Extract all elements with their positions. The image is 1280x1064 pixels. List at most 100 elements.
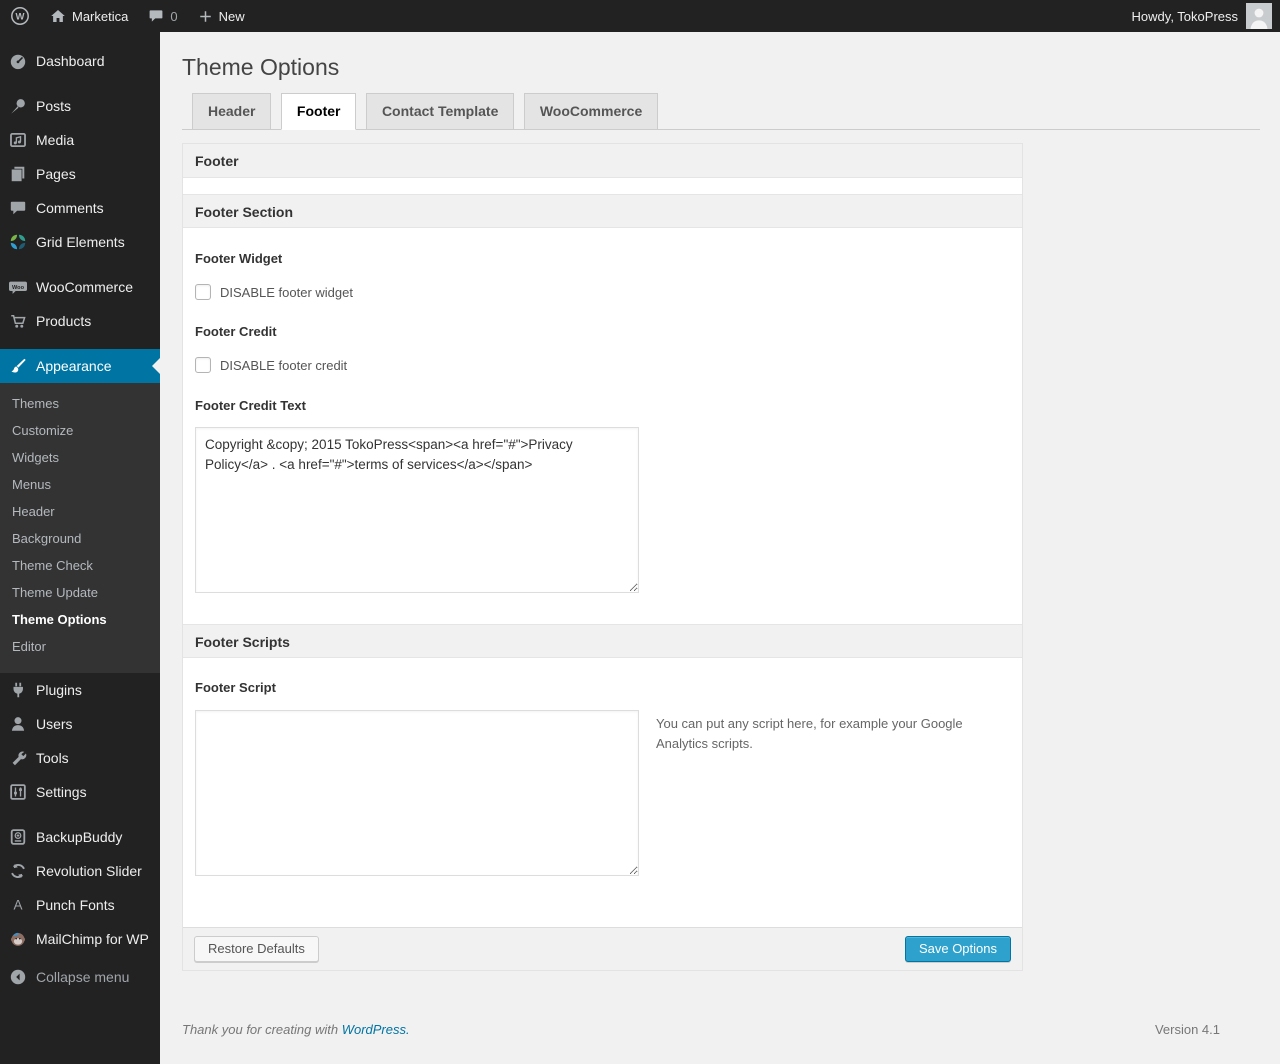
admin-bar: W Marketica 0 New Howdy, TokoPress bbox=[0, 0, 1280, 32]
wrench-icon bbox=[0, 749, 36, 767]
media-icon bbox=[0, 131, 36, 149]
submenu-item-customize[interactable]: Customize bbox=[0, 418, 160, 445]
sidebar-item-dashboard[interactable]: Dashboard bbox=[0, 44, 160, 78]
comment-icon bbox=[0, 199, 36, 217]
disable-footer-credit-label: DISABLE footer credit bbox=[220, 357, 348, 373]
sidebar-item-punch-fonts[interactable]: A Punch Fonts bbox=[0, 888, 160, 922]
section-header-footer-section: Footer Section bbox=[183, 194, 1022, 228]
site-name-menu[interactable]: Marketica bbox=[40, 0, 138, 32]
backup-icon bbox=[0, 828, 36, 846]
tab-woocommerce[interactable]: WooCommerce bbox=[523, 93, 659, 129]
svg-text:Woo: Woo bbox=[12, 285, 25, 291]
footer-credit-text-textarea[interactable]: Copyright &copy; 2015 TokoPress<span><a … bbox=[195, 427, 639, 593]
appearance-submenu-container: Themes Customize Widgets Menus Header Ba… bbox=[0, 383, 160, 673]
submenu-item-theme-check[interactable]: Theme Check bbox=[0, 553, 160, 580]
plus-icon bbox=[198, 9, 213, 24]
avatar[interactable] bbox=[1246, 3, 1272, 29]
submenu-item-editor[interactable]: Editor bbox=[0, 634, 160, 661]
sidebar-item-media[interactable]: Media bbox=[0, 123, 160, 157]
group-header-footer: Footer bbox=[183, 144, 1022, 178]
sidebar-item-revolution-slider[interactable]: Revolution Slider bbox=[0, 854, 160, 888]
sidebar-item-posts[interactable]: Posts bbox=[0, 89, 160, 123]
disable-footer-widget-checkbox[interactable] bbox=[195, 284, 211, 300]
disable-footer-widget-label: DISABLE footer widget bbox=[220, 284, 353, 300]
sidebar-item-grid-elements[interactable]: Grid Elements bbox=[0, 225, 160, 259]
comments-count: 0 bbox=[170, 8, 178, 24]
brush-icon bbox=[0, 357, 36, 375]
collapse-menu-button[interactable]: Collapse menu bbox=[0, 960, 160, 994]
pages-icon bbox=[0, 165, 36, 183]
admin-sidebar: Dashboard Posts Media Pages Comments Gri… bbox=[0, 32, 160, 1064]
howdy-account-menu[interactable]: Howdy, TokoPress bbox=[1132, 9, 1238, 24]
thanks-prefix: Thank you for creating with bbox=[182, 1022, 339, 1037]
tab-contact-template[interactable]: Contact Template bbox=[365, 93, 515, 129]
rotate-icon bbox=[0, 862, 36, 880]
mailchimp-icon bbox=[0, 930, 36, 948]
sidebar-item-appearance[interactable]: Appearance bbox=[0, 349, 160, 383]
grid-icon bbox=[0, 233, 36, 251]
sidebar-item-backupbuddy[interactable]: BackupBuddy bbox=[0, 820, 160, 854]
tab-bar: Header Footer Contact Template WooCommer… bbox=[182, 93, 1260, 130]
submenu-item-header[interactable]: Header bbox=[0, 499, 160, 526]
version-label: Version 4.1 bbox=[1154, 1022, 1220, 1037]
footer-widget-row: DISABLE footer widget bbox=[195, 284, 1010, 300]
footer-script-help: You can put any script here, for example… bbox=[656, 716, 963, 752]
menu-separator bbox=[0, 259, 160, 270]
footer-scripts-body: Footer Script You can put any script her… bbox=[183, 680, 1022, 927]
submenu-item-themes[interactable]: Themes bbox=[0, 391, 160, 418]
tab-header[interactable]: Header bbox=[192, 93, 272, 129]
new-label: New bbox=[218, 8, 245, 24]
footer-thanks-text: Thank you for creating with WordPress. bbox=[182, 1022, 410, 1037]
sidebar-item-settings[interactable]: Settings bbox=[0, 775, 160, 809]
footer-script-textarea[interactable] bbox=[195, 710, 639, 876]
pin-icon bbox=[0, 97, 36, 115]
site-name-label: Marketica bbox=[72, 8, 129, 24]
dashboard-icon bbox=[0, 52, 36, 70]
tab-footer[interactable]: Footer bbox=[280, 93, 357, 130]
comment-bubble-icon bbox=[148, 8, 164, 24]
section-header-footer-scripts: Footer Scripts bbox=[183, 624, 1022, 658]
wordpress-logo-icon: W bbox=[10, 6, 30, 26]
svg-text:W: W bbox=[16, 12, 25, 23]
save-options-button[interactable]: Save Options bbox=[904, 936, 1011, 962]
footer-credit-label: Footer Credit bbox=[195, 324, 277, 339]
submenu-item-theme-update[interactable]: Theme Update bbox=[0, 580, 160, 607]
submenu-item-theme-options[interactable]: Theme Options bbox=[0, 607, 160, 634]
plug-icon bbox=[0, 681, 36, 699]
menu-separator bbox=[0, 78, 160, 89]
user-icon bbox=[0, 715, 36, 733]
collapse-arrow-icon bbox=[0, 968, 36, 986]
sidebar-item-comments[interactable]: Comments bbox=[0, 191, 160, 225]
cart-icon bbox=[0, 312, 36, 330]
disable-footer-credit-checkbox[interactable] bbox=[195, 357, 211, 373]
footer-section-body: Footer Widget DISABLE footer widget Foot… bbox=[183, 251, 1022, 624]
footer-credit-text-label: Footer Credit Text bbox=[195, 398, 306, 413]
menu-separator bbox=[0, 338, 160, 349]
footer-widget-label: Footer Widget bbox=[195, 251, 283, 266]
footer-script-row: You can put any script here, for example… bbox=[195, 710, 1010, 876]
sidebar-item-tools[interactable]: Tools bbox=[0, 741, 160, 775]
footer-script-label: Footer Script bbox=[195, 680, 276, 695]
sidebar-item-pages[interactable]: Pages bbox=[0, 157, 160, 191]
woocommerce-icon: Woo bbox=[0, 278, 36, 296]
comments-menu[interactable]: 0 bbox=[138, 0, 187, 32]
menu-separator bbox=[0, 809, 160, 820]
page-footer: Thank you for creating with WordPress. V… bbox=[182, 1022, 1220, 1037]
new-menu[interactable]: New bbox=[188, 0, 255, 32]
letter-a-icon: A bbox=[0, 896, 36, 914]
restore-defaults-button[interactable]: Restore Defaults bbox=[194, 936, 319, 962]
sidebar-item-woocommerce[interactable]: Woo WooCommerce bbox=[0, 270, 160, 304]
wordpress-link[interactable]: WordPress. bbox=[342, 1022, 410, 1037]
sidebar-item-mailchimp[interactable]: MailChimp for WP bbox=[0, 922, 160, 956]
sliders-icon bbox=[0, 783, 36, 801]
page-title: Theme Options bbox=[182, 54, 340, 80]
submenu-item-widgets[interactable]: Widgets bbox=[0, 445, 160, 472]
sidebar-item-plugins[interactable]: Plugins bbox=[0, 673, 160, 707]
sidebar-item-products[interactable]: Products bbox=[0, 304, 160, 338]
main-content: Theme Options Header Footer Contact Temp… bbox=[160, 32, 1280, 1064]
sidebar-item-users[interactable]: Users bbox=[0, 707, 160, 741]
submenu-item-menus[interactable]: Menus bbox=[0, 472, 160, 499]
submenu-item-background[interactable]: Background bbox=[0, 526, 160, 553]
wordpress-logo-menu[interactable]: W bbox=[0, 0, 40, 32]
svg-text:A: A bbox=[13, 898, 22, 913]
